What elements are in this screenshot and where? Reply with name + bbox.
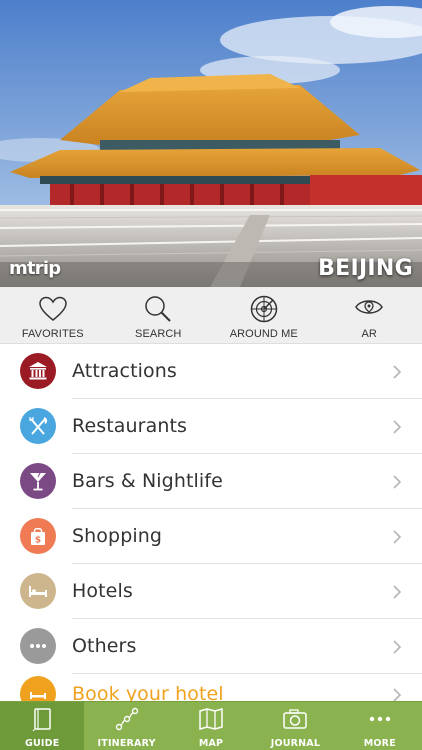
tab-label: MAP: [198, 738, 224, 749]
shopping-bag-icon: $: [20, 518, 56, 554]
around-me-label: AROUND ME: [229, 328, 298, 340]
eye-location-icon: [355, 300, 384, 314]
category-label: Attractions: [72, 360, 177, 382]
route-icon: [115, 707, 138, 731]
chevron-right-icon: [393, 365, 402, 379]
book-hotel-label: Book your hotel: [72, 683, 224, 701]
category-others[interactable]: Others: [0, 619, 422, 674]
category-label: Bars & Nightlife: [72, 470, 223, 492]
fork-knife-icon: [20, 408, 56, 444]
hotel-booking-icon: [20, 676, 56, 701]
bottom-tab-bar: GUIDE ITINERARY MAP JOURNAL MORE: [0, 701, 422, 750]
bed-icon: [20, 573, 56, 609]
cocktail-icon: [20, 463, 56, 499]
guide-book-icon: [32, 708, 51, 732]
favorites-button[interactable]: FAVORITES: [0, 287, 106, 343]
chevron-right-icon: [393, 688, 402, 701]
tab-guide[interactable]: GUIDE: [0, 702, 85, 750]
category-bars-nightlife[interactable]: Bars & Nightlife: [0, 454, 422, 509]
tab-label: GUIDE: [24, 738, 60, 749]
category-shopping[interactable]: $ Shopping: [0, 509, 422, 564]
more-dots-icon: [369, 716, 391, 722]
map-icon: [199, 708, 223, 730]
tab-label: MORE: [363, 738, 396, 749]
category-hotels[interactable]: Hotels: [0, 564, 422, 619]
category-restaurants[interactable]: Restaurants: [0, 399, 422, 454]
mtrip-logo: mtrip: [9, 258, 61, 279]
quick-actions-bar: FAVORITES SEARCH AROUND ME AR: [0, 287, 422, 344]
tab-label: JOURNAL: [270, 738, 321, 749]
chevron-right-icon: [393, 475, 402, 489]
book-hotel-row[interactable]: Book your hotel: [0, 674, 422, 701]
category-label: Others: [72, 635, 137, 657]
more-dots-icon: [20, 628, 56, 664]
tab-map[interactable]: MAP: [169, 702, 253, 750]
tab-itinerary[interactable]: ITINERARY: [84, 702, 168, 750]
tab-journal[interactable]: JOURNAL: [253, 702, 337, 750]
category-attractions[interactable]: Attractions: [0, 344, 422, 399]
chevron-right-icon: [393, 530, 402, 544]
favorites-label: FAVORITES: [21, 328, 84, 340]
category-list: Attractions Restaurants Bars & Nightlife…: [0, 344, 422, 701]
forbidden-city-photo: [0, 0, 422, 287]
radar-icon: [250, 295, 277, 323]
around-me-button[interactable]: AROUND ME: [211, 287, 317, 343]
search-icon: [145, 296, 171, 322]
ar-button[interactable]: AR: [317, 287, 422, 343]
tab-label: ITINERARY: [97, 738, 156, 749]
search-button[interactable]: SEARCH: [106, 287, 212, 343]
chevron-right-icon: [393, 585, 402, 599]
search-label: SEARCH: [135, 328, 182, 340]
chevron-right-icon: [393, 640, 402, 654]
hero-banner: mtrip BEIJING: [0, 0, 422, 287]
svg-text:$: $: [35, 536, 41, 546]
tab-more[interactable]: MORE: [338, 702, 422, 750]
camera-icon: [283, 709, 308, 729]
category-label: Shopping: [72, 525, 163, 547]
category-label: Hotels: [72, 580, 133, 602]
heart-icon: [38, 296, 67, 321]
category-label: Restaurants: [72, 415, 188, 437]
city-title: BEIJING: [318, 256, 413, 281]
landmark-icon: [20, 353, 56, 389]
chevron-right-icon: [393, 420, 402, 434]
ar-label: AR: [361, 328, 377, 340]
